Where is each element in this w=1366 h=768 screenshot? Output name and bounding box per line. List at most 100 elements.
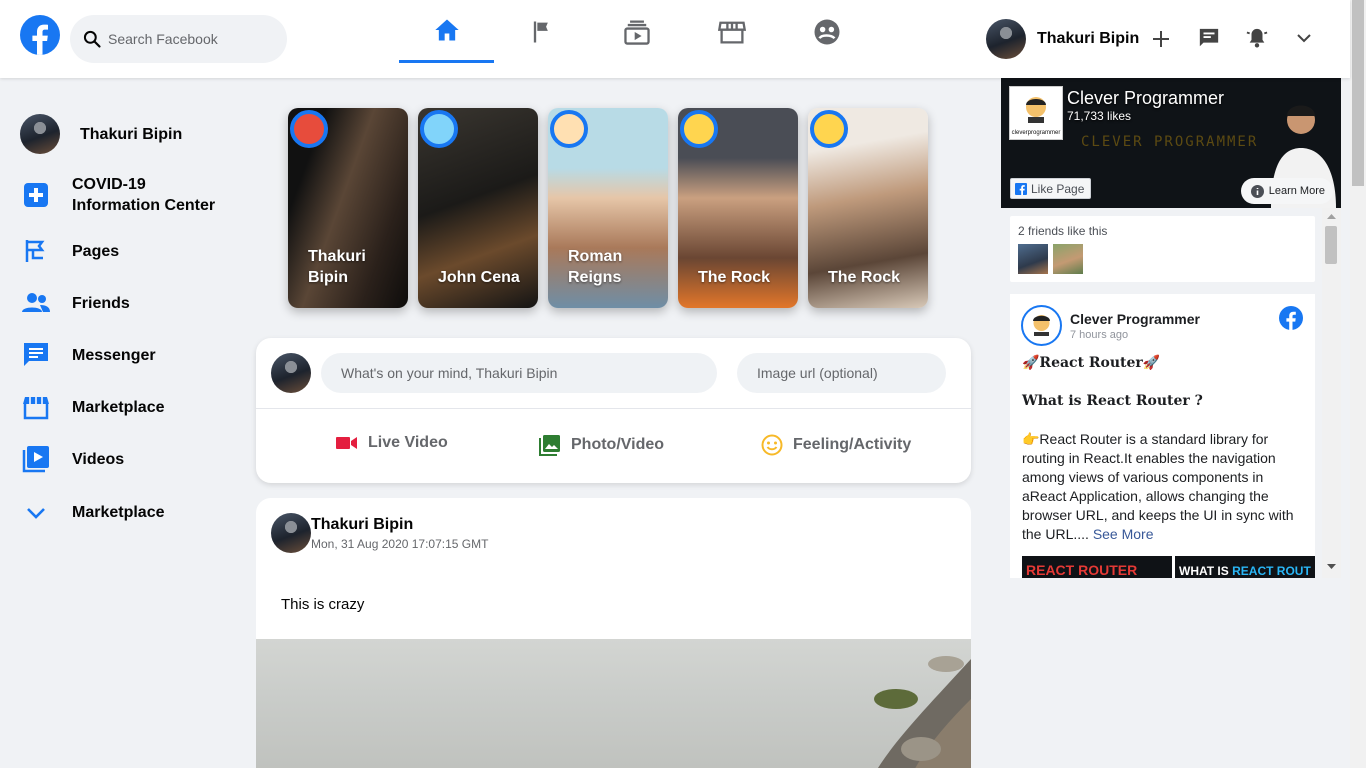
sidebar-item-pages[interactable]: Pages [20,238,119,264]
video-thumbnail[interactable]: REACT ROUTER [1022,556,1172,578]
messenger-icon [20,341,52,369]
search-icon [82,29,102,49]
sidebar-item-videos[interactable]: Videos [20,445,124,473]
tab-groups[interactable] [779,0,874,63]
sidebar-item-friends[interactable]: Friends [20,290,130,316]
tab-home[interactable] [399,0,494,63]
page-logo[interactable]: cleverprogrammer [1009,86,1063,140]
story-card[interactable]: Thakuri Bipin [288,108,408,308]
watch-icon [622,18,652,46]
video-thumbnail[interactable]: WHAT IS REACT ROUT [1175,556,1315,578]
avatar [271,513,311,553]
sidebar-item-covid[interactable]: COVID-19 Information Center [20,174,232,216]
like-page-button[interactable]: Like Page [1010,178,1092,199]
page-cover: cleverprogrammer Clever Programmer 71,73… [1001,78,1341,208]
post-message: This is crazy [281,596,365,613]
tab-marketplace[interactable] [684,0,779,63]
live-video-label: Live Video [368,434,448,451]
page-likes: 71,733 likes [1067,109,1132,123]
thumb-text: WHAT IS [1179,564,1233,578]
page-scrollbar-thumb[interactable] [1352,0,1364,186]
story-avatar [810,110,848,148]
flag-icon [528,18,556,46]
widget-post-body: 🚀React Router🚀 What is React Router ? 👉R… [1022,354,1307,544]
post-image [256,639,971,768]
facebook-logo-icon [1279,306,1303,330]
notifications-icon[interactable] [1246,27,1268,49]
friend-avatar[interactable] [1053,244,1083,274]
sidebar-item-label: Marketplace [72,398,165,416]
message-input[interactable] [321,353,717,393]
widget-scrollbar-thumb[interactable] [1325,226,1337,264]
widget-post-heading: 🚀React Router🚀 [1022,355,1161,371]
top-header: Thakuri Bipin [0,0,1350,78]
post-author[interactable]: Thakuri Bipin [311,516,413,534]
plus-icon[interactable] [1152,30,1170,48]
post-timestamp: Mon, 31 Aug 2020 17:07:15 GMT [311,537,489,551]
search-box[interactable] [70,15,287,63]
page-logo-text: cleverprogrammer [1011,130,1061,136]
learn-more-label: Learn More [1268,185,1325,197]
chevron-down-icon[interactable] [1296,32,1312,44]
story-card[interactable]: John Cena [418,108,538,308]
sidebar-item-label: Videos [72,450,125,468]
sidebar-item-marketplace[interactable]: Marketplace [20,394,165,420]
chevron-down-icon [20,506,52,520]
widget-post-logo[interactable] [1021,305,1062,346]
tab-watch[interactable] [589,0,684,63]
see-more-link[interactable]: See More [1093,526,1154,542]
story-card[interactable]: The Rock [808,108,928,308]
feeling-activity-button[interactable]: Feeling/Activity [751,434,911,456]
marketplace-icon [717,18,747,46]
story-card[interactable]: Roman Reigns [548,108,668,308]
thumb-text: REACT ROUT [1232,564,1311,578]
cover-text: CLEVER PROGRAMMER [1081,134,1259,150]
story-avatar [680,110,718,148]
sidebar-profile[interactable]: Thakuri Bipin [20,114,182,154]
search-input[interactable] [108,31,268,47]
learn-more-button[interactable]: Learn More [1240,178,1333,204]
header-user-name: Thakuri Bipin [1037,30,1140,47]
messenger-icon[interactable] [1198,27,1220,49]
widget-post-text: 👉React Router is a standard library for … [1022,431,1294,542]
story-avatar [290,110,328,148]
home-icon [433,16,461,44]
feeling-activity-label: Feeling/Activity [793,436,912,453]
avatar [271,353,311,393]
photo-video-button[interactable]: Photo/Video [529,434,664,456]
story-name: Roman Reigns [568,248,623,286]
thumb-text: REACT ROUTER [1026,562,1138,578]
sidebar-item-messenger[interactable]: Messenger [20,341,156,369]
story-name: The Rock [698,269,771,286]
story-avatar [420,110,458,148]
feed-post: Thakuri Bipin Mon, 31 Aug 2020 17:07:15 … [256,498,971,768]
sidebar-item-label: COVID-19 Information Center [72,176,216,214]
pages-flag-icon [20,238,52,264]
avatar [986,19,1026,59]
page-name[interactable]: Clever Programmer [1067,88,1224,109]
story-name: Thakuri Bipin [308,248,366,286]
story-card[interactable]: The Rock [678,108,798,308]
widget-post-time: 7 hours ago [1070,329,1129,341]
header-profile[interactable]: Thakuri Bipin [986,19,1139,59]
sidebar-item-label: Marketplace [72,504,165,521]
post-composer: Live Video Photo/Video Feeling/Activity [256,338,971,483]
friends-icon [20,290,52,316]
marketplace-icon [20,394,52,420]
story-name: The Rock [828,269,901,286]
friends-like-box: 2 friends like this [1010,216,1315,282]
live-video-button[interactable]: Live Video [326,434,448,452]
tab-pages[interactable] [494,0,589,63]
sidebar-item-label: Messenger [72,346,156,364]
sidebar-item-label: Friends [72,294,130,312]
widget-post-subheading: What is React Router ? [1022,393,1203,409]
image-url-input[interactable] [737,353,946,393]
videos-icon [20,445,52,473]
widget-post-page-name[interactable]: Clever Programmer [1070,311,1200,327]
friend-avatar[interactable] [1018,244,1048,274]
sidebar-item-more[interactable]: Marketplace [20,502,165,523]
facebook-logo-icon[interactable] [20,15,60,55]
photo-icon [539,434,561,456]
covid-plus-icon [20,182,52,208]
page-widget: cleverprogrammer Clever Programmer 71,73… [1001,78,1341,578]
